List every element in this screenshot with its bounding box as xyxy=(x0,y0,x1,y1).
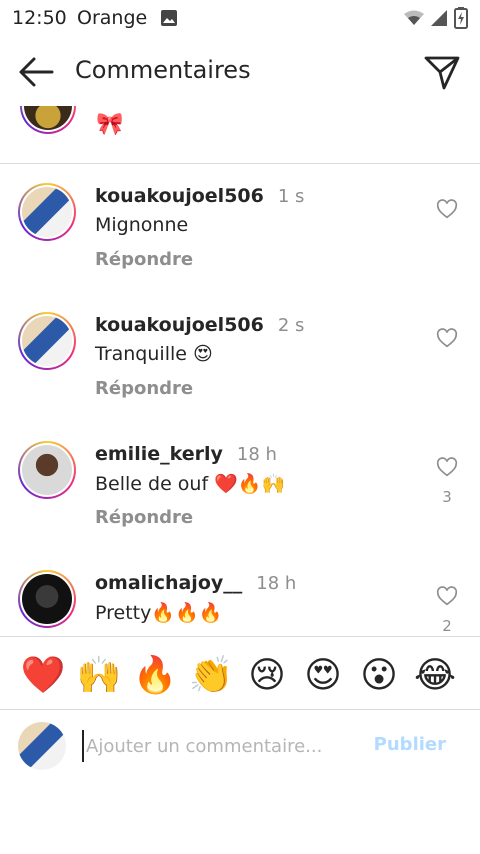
emoji-raised-hands-button[interactable]: 🙌 xyxy=(76,653,122,699)
status-icons xyxy=(404,7,468,33)
signal-icon xyxy=(430,9,448,31)
heart-icon xyxy=(436,586,458,606)
avatar[interactable] xyxy=(18,183,76,241)
emoji-heart-eyes-button[interactable]: 😍 xyxy=(300,653,346,699)
avatar[interactable] xyxy=(20,106,76,134)
back-button[interactable] xyxy=(16,52,56,92)
reply-button[interactable]: Répondre xyxy=(95,378,193,399)
avatar[interactable] xyxy=(18,570,76,628)
avatar[interactable] xyxy=(18,441,76,499)
comment-row: emilie_kerly 18 h Belle de ouf ❤️🔥🙌 Répon… xyxy=(0,441,480,571)
comment-header: omalichajoy__ 18 h xyxy=(95,572,296,594)
emoji-fire-button[interactable]: 🔥 xyxy=(132,653,178,699)
arrow-left-icon xyxy=(19,57,54,87)
comment-time: 18 h xyxy=(256,573,297,594)
emoji-wow-button[interactable]: 😮 xyxy=(356,653,402,699)
heart-icon xyxy=(436,328,458,348)
paper-plane-icon xyxy=(424,56,460,90)
emoji-heart-button[interactable]: ❤️ xyxy=(20,653,66,699)
emoji-bar: ❤️ 🙌 🔥 👏 😢 😍 😮 😂 xyxy=(0,636,480,710)
like-button[interactable] xyxy=(436,199,458,221)
comment-time: 1 s xyxy=(277,186,305,207)
comment-text: Tranquille 😍 xyxy=(95,343,213,365)
like-count: 3 xyxy=(442,488,452,506)
username[interactable]: kouakoujoel506 xyxy=(95,185,264,207)
status-time: 12:50 xyxy=(12,7,67,29)
comment-text: Mignonne xyxy=(95,214,189,236)
status-bar: 12:50 Orange xyxy=(0,0,480,36)
comment-text: Belle de ouf ❤️🔥🙌 xyxy=(95,473,286,495)
status-carrier: Orange xyxy=(77,7,148,29)
battery-icon xyxy=(454,7,468,33)
heart-icon xyxy=(436,457,458,477)
reply-button[interactable]: Répondre xyxy=(95,249,193,270)
comment-input[interactable] xyxy=(82,730,362,762)
comment-time: 2 s xyxy=(277,315,305,336)
comment-time: 18 h xyxy=(236,444,277,465)
comment-header: kouakoujoel506 2 s xyxy=(95,314,304,336)
app-bar: Commentaires xyxy=(0,38,480,106)
comment-row: omalichajoy__ 18 h Pretty🔥🔥🔥 2 xyxy=(0,570,480,636)
like-button[interactable] xyxy=(436,586,458,608)
comment-row: kouakoujoel506 1 s Mignonne Répondre xyxy=(0,183,480,313)
comment-text: 🎀 xyxy=(96,112,124,137)
username[interactable]: emilie_kerly xyxy=(95,443,223,465)
image-notification-icon xyxy=(160,9,178,31)
share-button[interactable] xyxy=(422,52,462,92)
emoji-cry-button[interactable]: 😢 xyxy=(244,653,290,699)
comment-text: Pretty🔥🔥🔥 xyxy=(95,602,223,624)
list-item: 🎀 xyxy=(0,106,480,164)
username[interactable]: omalichajoy__ xyxy=(95,572,242,594)
avatar xyxy=(18,722,66,770)
wifi-icon xyxy=(404,10,424,30)
comment-header: emilie_kerly 18 h xyxy=(95,443,277,465)
like-count: 2 xyxy=(442,617,452,635)
comment-header: kouakoujoel506 1 s xyxy=(95,185,304,207)
page-title: Commentaires xyxy=(75,56,251,84)
emoji-clap-button[interactable]: 👏 xyxy=(188,653,234,699)
avatar[interactable] xyxy=(18,312,76,370)
heart-icon xyxy=(436,199,458,219)
reply-button[interactable]: Répondre xyxy=(95,507,193,528)
like-button[interactable] xyxy=(436,457,458,479)
username[interactable]: kouakoujoel506 xyxy=(95,314,264,336)
like-button[interactable] xyxy=(436,328,458,350)
comment-row: kouakoujoel506 2 s Tranquille 😍 Répondre xyxy=(0,312,480,442)
emoji-laugh-button[interactable]: 😂 xyxy=(412,653,458,699)
publish-button[interactable]: Publier xyxy=(374,734,446,755)
comment-composer: Publier xyxy=(0,710,480,782)
